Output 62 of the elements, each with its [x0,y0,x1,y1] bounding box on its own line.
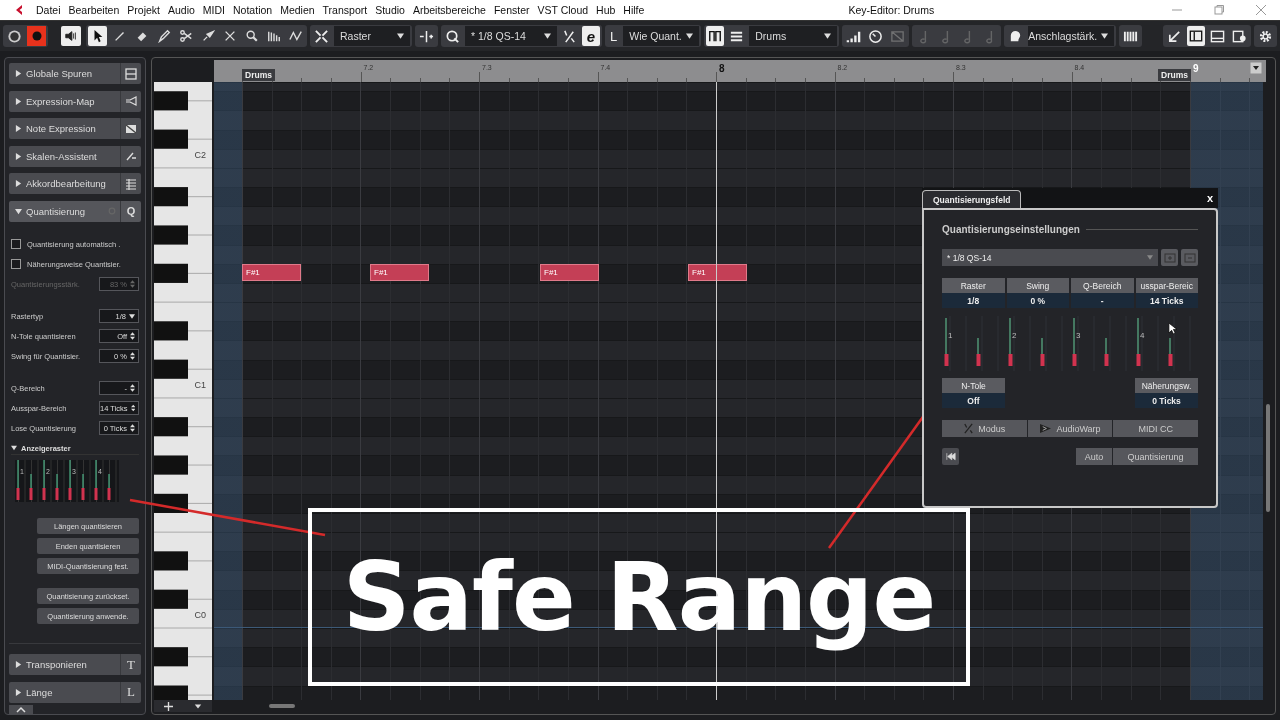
inspector-section-header[interactable]: Note Expression [9,118,141,139]
parameter-field[interactable]: 1/8 [942,293,1005,308]
parameter-field[interactable]: Off [942,393,1005,408]
parameter-label: Q-Bereich [1071,278,1134,293]
grid-type-dropdown[interactable]: Raster [334,26,410,46]
menu-item[interactable]: MIDI [202,4,226,16]
key-label: C2 [194,149,206,160]
preset-dropdown[interactable]: * 1/8 QS-14 [942,249,1158,266]
beat-number: 4 [1140,331,1145,340]
parameter-label: Raster [942,278,1005,293]
inspector-section-header[interactable]: Länge L [9,681,141,703]
menu-item[interactable]: Bearbeiten [68,4,120,16]
window-title: Key-Editor: Drums [848,4,935,16]
controller-dropdown[interactable]: Anschlagstärk. [1028,26,1115,46]
auto-button[interactable]: Auto [1076,448,1112,465]
parameter-field[interactable]: 0 Ticks [1135,393,1198,408]
audiowarp-button[interactable]: AudioWarp [1027,420,1113,437]
beat-number: 1 [948,331,953,340]
menu-item[interactable]: Medien [280,4,315,16]
menu-item[interactable]: Hub [596,4,616,16]
inspector-section-header[interactable]: Quantisierung Q [9,200,141,222]
menu-item[interactable]: Notation [233,4,273,16]
inspector-section-header[interactable]: Expression-Map [9,90,141,112]
length-quantize-label: L [609,28,619,44]
menu-item[interactable]: Transport [322,4,368,16]
track-dropdown[interactable]: Drums [749,26,838,46]
part-name: Drums [1158,69,1191,81]
inspector-section-header[interactable]: Skalen-Assistent [9,145,141,167]
key-label: C0 [194,609,206,620]
beat-number: 2 [1012,331,1017,340]
ruler-position: 8 [719,63,725,74]
menu-item[interactable]: Arbeitsbereiche [412,4,486,16]
key-label: C1 [194,379,206,390]
menu-item[interactable]: Audio [168,4,195,16]
inspector-section-header[interactable]: Transponieren T [9,654,141,675]
parameter-label: usspar-Bereic [1135,278,1198,293]
length-dropdown[interactable]: Wie Quant. [623,26,700,46]
quantize-button[interactable]: Quantisierung [1113,448,1198,465]
parameter-label: Swing [1006,278,1069,293]
parameter-field[interactable]: 0 % [1006,293,1069,308]
parameter-label: Näherungsw. [1135,378,1198,393]
close-button[interactable]: x [1206,192,1213,204]
menu-item[interactable]: Projekt [127,4,160,16]
parameter-field[interactable]: 14 Ticks [1135,293,1198,308]
inspector-section-header[interactable]: Globale Spuren [9,63,141,84]
menu-item[interactable]: Datei [36,4,61,16]
ruler-position: 9 [1193,63,1199,74]
parameter-field[interactable]: - [1071,293,1134,308]
inspector-section-header[interactable]: Akkordbearbeitung [9,173,141,194]
menu-item[interactable]: Fenster [493,4,530,16]
iterative-quantize-button[interactable]: e [582,26,600,46]
mode-button[interactable]: Modus [942,420,1027,437]
menu-item[interactable]: VST Cloud [537,4,589,16]
parameter-label: N-Tole [942,378,1005,393]
panel-heading: Quantisierungseinstellungen [942,224,1080,235]
menu-item[interactable]: Studio [375,4,405,16]
beat-number: 3 [1076,331,1081,340]
menu-item[interactable]: Hilfe [623,4,645,16]
panel-tab[interactable]: Quantisierungsfeld [922,190,1022,208]
part-name: Drums [242,69,275,81]
quantize-preset-dropdown[interactable]: * 1/8 QS-14 [465,26,557,46]
midi-cc-button[interactable]: MIDI CC [1113,420,1198,437]
